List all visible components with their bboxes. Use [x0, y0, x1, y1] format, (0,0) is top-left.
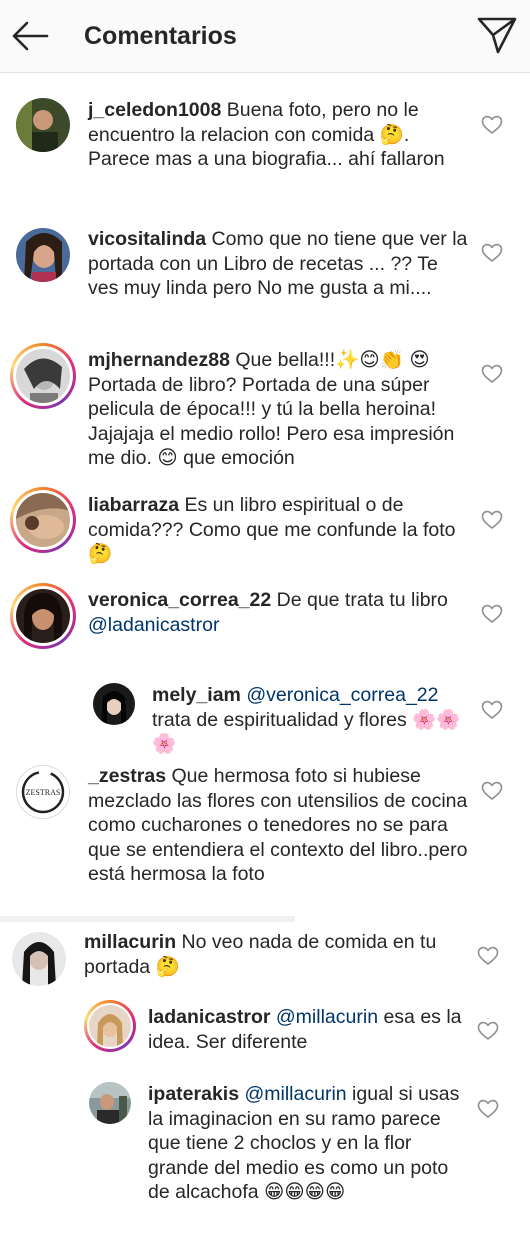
- mention-link[interactable]: @millacurin: [239, 1083, 346, 1105]
- avatar[interactable]: [89, 1005, 131, 1047]
- paper-plane-icon[interactable]: [476, 15, 518, 55]
- page-title: Comentarios: [84, 22, 237, 50]
- comment-username[interactable]: veronica_correa_22: [88, 589, 271, 611]
- comment-text: liabarraza Es un libro espiritual o de c…: [88, 493, 468, 567]
- heart-icon[interactable]: [481, 510, 503, 530]
- comment-text: j_celedon1008 Buena foto, pero no le enc…: [88, 98, 460, 172]
- top-app-bar: Comentarios: [0, 0, 530, 73]
- avatar[interactable]: [12, 932, 66, 986]
- heart-icon[interactable]: [481, 700, 503, 720]
- comment-username[interactable]: vicositalinda: [88, 228, 206, 250]
- comment-username[interactable]: ipaterakis: [148, 1083, 239, 1105]
- comment-text: _zestras Que hermosa foto si hubiese mez…: [88, 764, 468, 887]
- comment-username[interactable]: millacurin: [84, 931, 176, 953]
- comment-username[interactable]: _zestras: [88, 765, 166, 787]
- comment-body: De que trata tu libro: [271, 589, 448, 611]
- avatar[interactable]: [16, 493, 70, 547]
- heart-icon[interactable]: [477, 1099, 499, 1119]
- comment-username[interactable]: mjhernandez88: [88, 349, 230, 371]
- divider: [0, 916, 295, 922]
- avatar[interactable]: [93, 683, 135, 725]
- comment-text: mjhernandez88 Que bella!!!✨😊👏 😍Portada d…: [88, 348, 468, 471]
- comment-username[interactable]: j_celedon1008: [88, 99, 221, 121]
- heart-icon[interactable]: [481, 604, 503, 624]
- arrow-left-icon[interactable]: [10, 18, 50, 54]
- mention-link[interactable]: @millacurin: [270, 1006, 378, 1028]
- heart-icon[interactable]: [481, 243, 503, 263]
- comment-text: ladanicastror @millacurin esa es la idea…: [148, 1005, 468, 1054]
- mention-link[interactable]: @ladanicastror: [88, 614, 219, 636]
- comment-text: vicositalinda Como que no tiene que ver …: [88, 227, 468, 301]
- avatar[interactable]: [16, 98, 70, 152]
- comment-username[interactable]: mely_iam: [152, 684, 241, 706]
- avatar[interactable]: ZESTRAS: [16, 765, 70, 819]
- comment-body: Que bella!!!✨😊👏: [229, 349, 410, 371]
- heart-icon[interactable]: [481, 781, 503, 801]
- heart-icon[interactable]: [481, 364, 503, 384]
- comment-text: mely_iam @veronica_correa_22 trata de es…: [152, 683, 472, 757]
- brand-logo-text: ZESTRAS: [26, 788, 61, 797]
- comment-text: millacurin No veo nada de comida en tu p…: [84, 930, 464, 979]
- comment-username[interactable]: ladanicastror: [148, 1006, 270, 1028]
- comment-text: ipaterakis @millacurin igual si usas la …: [148, 1082, 468, 1205]
- mention-link[interactable]: @veronica_correa_22: [241, 684, 438, 706]
- avatar[interactable]: [16, 228, 70, 282]
- heart-icon[interactable]: [477, 1021, 499, 1041]
- heart-icon[interactable]: [481, 115, 503, 135]
- avatar[interactable]: [89, 1082, 131, 1124]
- comment-body: trata de espiritualidad y flores 🌸🌸🌸: [152, 708, 461, 756]
- comment-text: veronica_correa_22 De que trata tu libro…: [88, 588, 468, 637]
- comment-username[interactable]: liabarraza: [88, 494, 179, 516]
- avatar[interactable]: [16, 349, 70, 403]
- heart-icon[interactable]: [477, 946, 499, 966]
- avatar[interactable]: [16, 589, 70, 643]
